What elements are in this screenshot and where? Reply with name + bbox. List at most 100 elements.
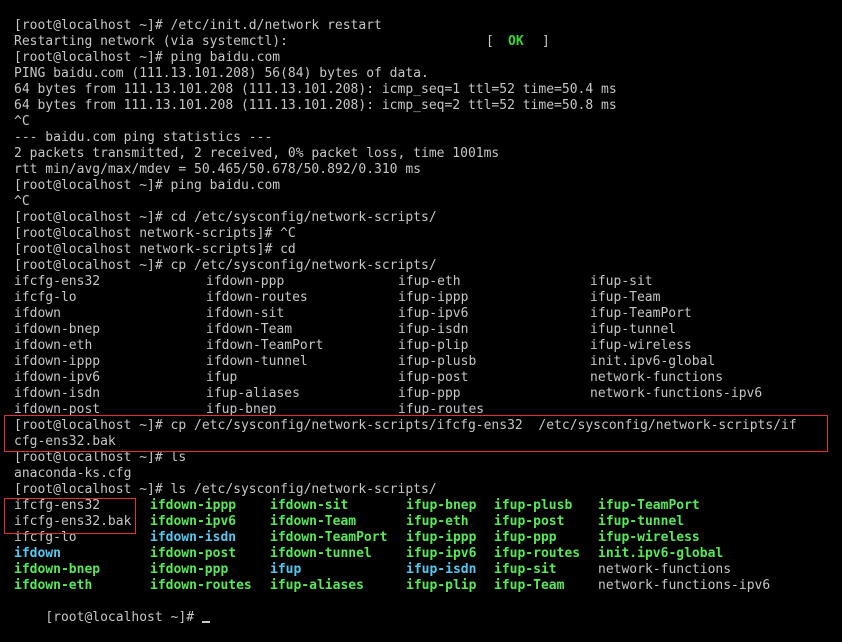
terminal-line: rtt min/avg/max/mdev = 50.465/50.678/50.… [14,162,421,177]
terminal-line: [root@localhost ~]# cp /etc/sysconfig/ne… [14,418,797,433]
completion-entry: ifdown-tunnel [206,354,308,369]
terminal-window[interactable]: [root@localhost ~]# /etc/init.d/network … [4,18,836,625]
ls-entry: network-functions-ipv6 [598,578,771,593]
restart-message: Restarting network (via systemctl): [14,34,288,49]
prompt: [root@localhost ~]# [45,610,202,625]
completion-entry: ifdown-sit [206,306,285,321]
status-bracket-close: ] [542,34,550,49]
terminal-line: [root@localhost ~]# ping baidu.com [14,178,281,193]
completion-entry: ifup-eth [398,274,461,289]
completion-entry: ifdown-post [14,402,101,417]
terminal-line: Restarting network (via systemctl): [ OK… [14,34,550,50]
ls-entry: ifdown-eth [14,578,93,593]
terminal-line: ^C [14,114,30,129]
completion-entry: ifup-isdn [398,322,469,337]
completion-entry: ifdown-TeamPort [206,338,324,353]
completion-entry: ifdown-routes [206,290,308,305]
ls-entry: ifdown-sit [270,498,349,513]
ls-entry: ifup-sit [494,562,557,577]
completion-entry: ifup-routes [398,402,485,417]
ls-entry: init.ipv6-global [598,546,724,561]
terminal-line: [root@localhost ~]# ls /etc/sysconfig/ne… [14,482,437,497]
ls-entry: ifdown-bnep [14,562,101,577]
terminal-line: PING baidu.com (111.13.101.208) 56(84) b… [14,66,429,81]
ls-entry: ifcfg-lo [14,530,77,545]
completion-entry: ifcfg-ens32 [14,274,101,289]
ls-entry: ifup-plusb [494,498,573,513]
terminal-line: --- baidu.com ping statistics --- [14,130,273,145]
ls-entry: ifcfg-ens32.bak [14,514,132,529]
ls-entry: ifup-ipv6 [406,546,477,561]
completion-entry: ifdown-Team [206,322,293,337]
completion-entry: ifup-post [398,370,469,385]
completion-entry: ifup-wireless [590,338,692,353]
ls-entry: ifup-bnep [406,498,477,513]
cursor-icon [201,621,210,623]
completion-entry: ifdown [14,306,61,321]
terminal-line: 64 bytes from 111.13.101.208 (111.13.101… [14,98,617,113]
ls-entry: ifup-wireless [598,530,700,545]
ls-entry: ifup-tunnel [598,514,685,529]
terminal-line: 2 packets transmitted, 2 received, 0% pa… [14,146,500,161]
ls-entry: network-functions [598,562,732,577]
ls-entry: ifup-eth [406,514,469,529]
ls-entry: ifup [270,562,302,577]
ls-entry: ifup-ppp [494,530,557,545]
ls-entry: ifdown-routes [150,578,252,593]
completion-entry: ifup [206,370,238,385]
ls-entry: ifdown [14,546,61,561]
ls-entry: ifdown-ipv6 [150,514,237,529]
ls-entry: ifup-routes [494,546,581,561]
ls-entry: ifup-post [494,514,565,529]
terminal-line: anaconda-ks.cfg [14,466,132,481]
completion-entry: network-functions [590,370,724,385]
ls-entry: ifdown-Team [270,514,357,529]
ls-entry: ifup-Team [494,578,565,593]
completion-entry: ifup-tunnel [590,322,677,337]
ls-entry: ifdown-post [150,546,237,561]
terminal-prompt-line[interactable]: [root@localhost ~]# [14,594,210,625]
completion-entry: ifup-ppp [398,386,461,401]
ok-status: OK [508,34,524,49]
completion-entry: ifcfg-lo [14,290,77,305]
terminal-line: [root@localhost ~]# cd /etc/sysconfig/ne… [14,210,437,225]
ls-entry: ifup-isdn [406,562,477,577]
ls-entry: ifup-ippp [406,530,477,545]
completion-entry: ifup-plip [398,338,469,353]
completion-entry: ifup-bnep [206,402,277,417]
terminal-line: [root@localhost ~]# ping baidu.com [14,50,281,65]
ls-entry: ifup-aliases [270,578,364,593]
terminal-line: [root@localhost ~]# ls [14,450,187,465]
ls-entry: ifup-plip [406,578,477,593]
ls-entry: ifdown-isdn [150,530,237,545]
ls-entry: ifdown-ippp [150,498,237,513]
completion-entry: init.ipv6-global [590,354,716,369]
completion-entry: ifup-aliases [206,386,300,401]
terminal-line: [root@localhost network-scripts]# cd [14,242,296,257]
ls-entry: ifdown-tunnel [270,546,372,561]
terminal-line: cfg-ens32.bak [14,434,116,449]
terminal-line: ^C [14,194,30,209]
completion-entry: ifdown-ipv6 [14,370,101,385]
completion-entry: ifup-sit [590,274,653,289]
completion-entry: ifdown-isdn [14,386,101,401]
ls-entry: ifdown-TeamPort [270,530,388,545]
completion-entry: ifdown-bnep [14,322,101,337]
ls-entry: ifcfg-ens32 [14,498,101,513]
completion-entry: ifup-Team [590,290,661,305]
terminal-line: [root@localhost ~]# cp /etc/sysconfig/ne… [14,258,437,273]
completion-entry: ifup-ipv6 [398,306,469,321]
completion-entry: ifup-plusb [398,354,477,369]
status-bracket-open: [ [486,34,494,49]
ls-entry: ifup-TeamPort [598,498,700,513]
completion-entry: ifup-TeamPort [590,306,692,321]
completion-entry: ifdown-ippp [14,354,101,369]
completion-entry: ifdown-eth [14,338,93,353]
terminal-line: [root@localhost network-scripts]# ^C [14,226,296,241]
completion-entry: network-functions-ipv6 [590,386,763,401]
terminal-line: [root@localhost ~]# /etc/init.d/network … [14,18,382,33]
completion-entry: ifdown-ppp [206,274,285,289]
completion-entry: ifup-ippp [398,290,469,305]
ls-entry: ifdown-ppp [150,562,229,577]
terminal-line: 64 bytes from 111.13.101.208 (111.13.101… [14,82,617,97]
